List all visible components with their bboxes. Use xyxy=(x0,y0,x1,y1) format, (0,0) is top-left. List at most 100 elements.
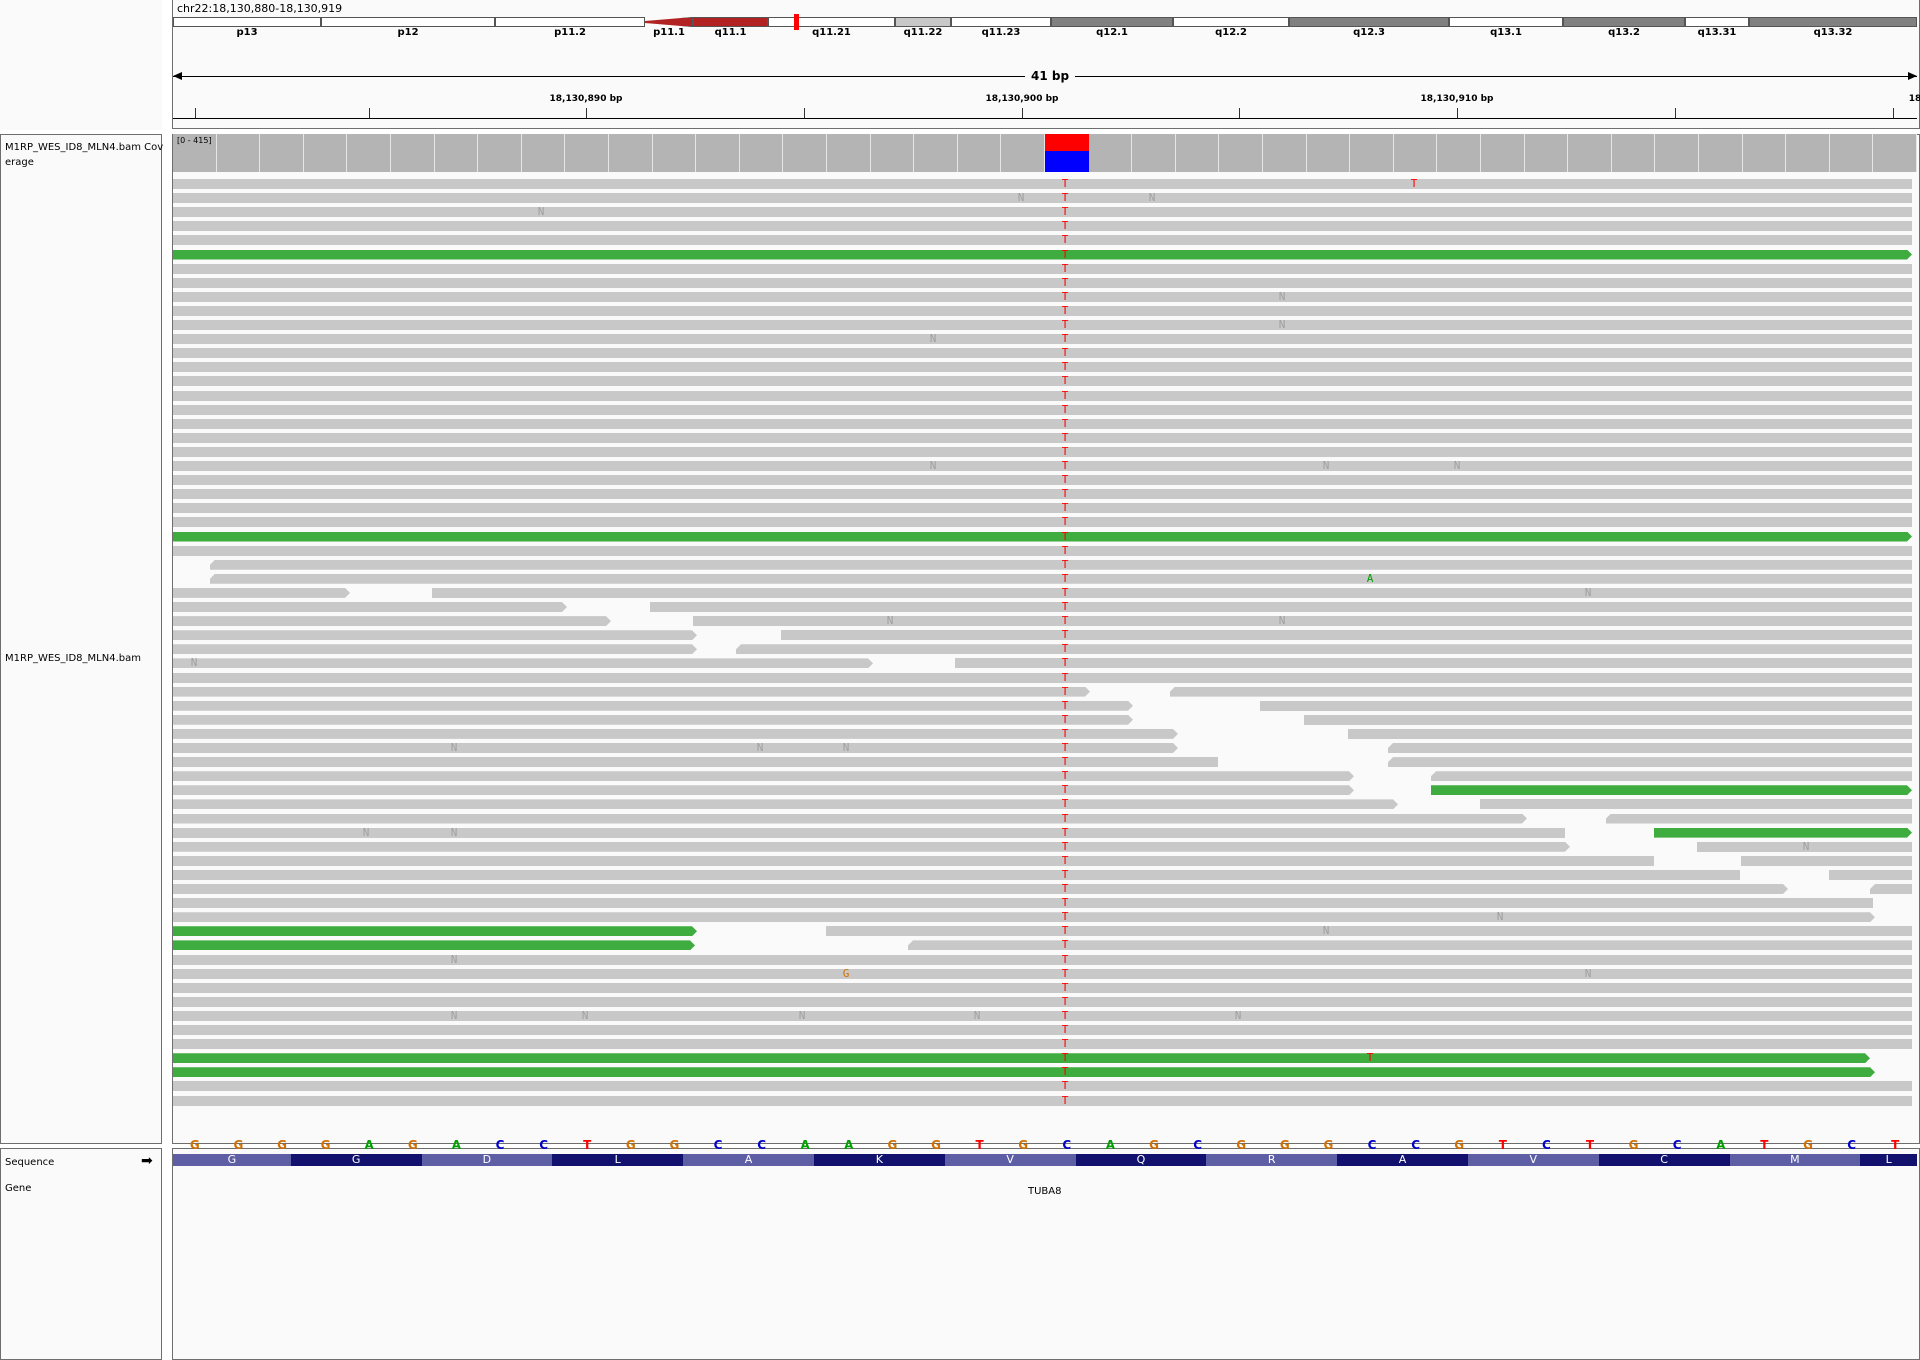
read[interactable] xyxy=(173,503,1912,514)
coverage-bar[interactable] xyxy=(827,134,871,172)
amino-acid[interactable]: C xyxy=(1598,1154,1730,1166)
read[interactable] xyxy=(173,334,1912,345)
coverage-bar[interactable] xyxy=(1481,134,1525,172)
read[interactable] xyxy=(173,1081,1912,1092)
read[interactable] xyxy=(173,1095,1912,1106)
read[interactable] xyxy=(173,1010,1912,1021)
coverage-bar[interactable] xyxy=(303,134,348,172)
read[interactable] xyxy=(826,926,1912,937)
amino-acid[interactable]: A xyxy=(683,1154,814,1166)
read[interactable] xyxy=(173,884,1788,894)
strand-arrow-icon[interactable]: ➡ xyxy=(141,1154,153,1168)
read[interactable] xyxy=(173,475,1912,486)
amino-acid[interactable]: V xyxy=(1467,1154,1599,1166)
amino-acid[interactable]: Q xyxy=(1075,1154,1207,1166)
read[interactable] xyxy=(173,743,1178,753)
read[interactable] xyxy=(173,912,1875,922)
read[interactable] xyxy=(173,305,1912,316)
read[interactable] xyxy=(1170,686,1912,697)
read[interactable] xyxy=(173,715,1133,725)
amino-acid[interactable]: M xyxy=(1729,1154,1861,1166)
coverage-bar[interactable] xyxy=(1306,134,1351,172)
read[interactable] xyxy=(1606,813,1912,824)
read[interactable] xyxy=(1431,771,1912,782)
ideogram-band-q11.23[interactable] xyxy=(951,17,1051,27)
read[interactable] xyxy=(173,630,697,640)
sequence-track-name[interactable]: Sequence xyxy=(5,1155,54,1170)
read[interactable] xyxy=(173,869,1740,880)
coverage-bar[interactable] xyxy=(609,134,653,172)
ideogram-band-q12.1[interactable] xyxy=(1051,17,1173,27)
ideogram-band-p11.2[interactable] xyxy=(495,17,645,27)
amino-acid[interactable]: L xyxy=(552,1154,684,1166)
coverage-bar[interactable] xyxy=(1263,134,1307,172)
read[interactable] xyxy=(173,390,1912,401)
coverage-bar[interactable] xyxy=(696,134,740,172)
read-highlighted[interactable] xyxy=(173,926,697,936)
read[interactable] xyxy=(173,179,1912,189)
read[interactable] xyxy=(173,277,1912,288)
read[interactable] xyxy=(1870,884,1912,894)
read[interactable] xyxy=(781,630,1912,641)
ideogram-band-q11.21[interactable] xyxy=(768,17,895,27)
coverage-bar[interactable] xyxy=(1001,134,1045,172)
read-highlighted[interactable] xyxy=(1654,828,1912,838)
read[interactable] xyxy=(173,545,1912,556)
ideogram-band-p11.1[interactable] xyxy=(645,17,693,27)
read[interactable] xyxy=(1348,728,1912,739)
read[interactable] xyxy=(173,588,350,598)
read[interactable] xyxy=(173,517,1912,528)
read[interactable] xyxy=(173,785,1354,795)
read[interactable] xyxy=(173,432,1912,443)
read[interactable] xyxy=(173,263,1912,274)
read-highlighted[interactable] xyxy=(173,940,695,950)
read[interactable] xyxy=(173,446,1912,457)
read-highlighted[interactable] xyxy=(173,1053,1870,1063)
read[interactable] xyxy=(173,687,1090,697)
read[interactable] xyxy=(955,658,1912,669)
amino-acid[interactable]: D xyxy=(421,1154,553,1166)
read[interactable] xyxy=(173,996,1912,1007)
read-highlighted[interactable] xyxy=(173,1067,1875,1077)
read-highlighted[interactable] xyxy=(173,532,1912,542)
read[interactable] xyxy=(173,207,1912,218)
ideogram-band-q12.3[interactable] xyxy=(1289,17,1449,27)
read[interactable] xyxy=(173,193,1912,204)
ideogram-band-q11.22[interactable] xyxy=(895,17,951,27)
coverage-bar[interactable] xyxy=(652,134,697,172)
coverage-bar-variant[interactable] xyxy=(1045,134,1089,152)
ideogram-band-q13.1[interactable] xyxy=(1449,17,1563,27)
read[interactable] xyxy=(173,729,1178,739)
ideogram-band-q13.2[interactable] xyxy=(1563,17,1685,27)
coverage-bar[interactable] xyxy=(739,134,784,172)
coverage-bar[interactable] xyxy=(478,134,522,172)
coverage-bar[interactable] xyxy=(391,134,435,172)
gene-label[interactable]: TUBA8 xyxy=(1028,1186,1062,1197)
read[interactable] xyxy=(173,418,1912,429)
read[interactable] xyxy=(173,842,1570,852)
read[interactable] xyxy=(173,235,1912,246)
read[interactable] xyxy=(173,771,1354,781)
ideogram-band-q12.2[interactable] xyxy=(1173,17,1289,27)
coverage-bar[interactable] xyxy=(1175,134,1220,172)
read[interactable] xyxy=(173,602,567,612)
ruler[interactable]: 41 bp 18,130,890 bp 18,130,900 bp 18,130,9… xyxy=(173,60,1920,125)
read[interactable] xyxy=(1304,714,1912,725)
read[interactable] xyxy=(173,644,697,654)
read[interactable] xyxy=(173,461,1912,471)
read[interactable] xyxy=(173,672,1912,683)
read[interactable] xyxy=(173,348,1912,359)
read[interactable] xyxy=(173,827,1565,838)
read[interactable] xyxy=(173,320,1912,330)
read[interactable] xyxy=(173,898,1873,909)
read[interactable] xyxy=(173,954,1912,965)
read[interactable] xyxy=(693,616,1912,627)
read[interactable] xyxy=(173,362,1912,373)
coverage-bar[interactable] xyxy=(1524,134,1569,172)
gene-track-name[interactable]: Gene xyxy=(5,1181,31,1196)
read[interactable] xyxy=(173,814,1527,824)
coverage-bar[interactable] xyxy=(1873,134,1917,172)
read[interactable] xyxy=(173,616,611,626)
coverage-bar[interactable] xyxy=(1393,134,1438,172)
read[interactable] xyxy=(1480,799,1912,810)
